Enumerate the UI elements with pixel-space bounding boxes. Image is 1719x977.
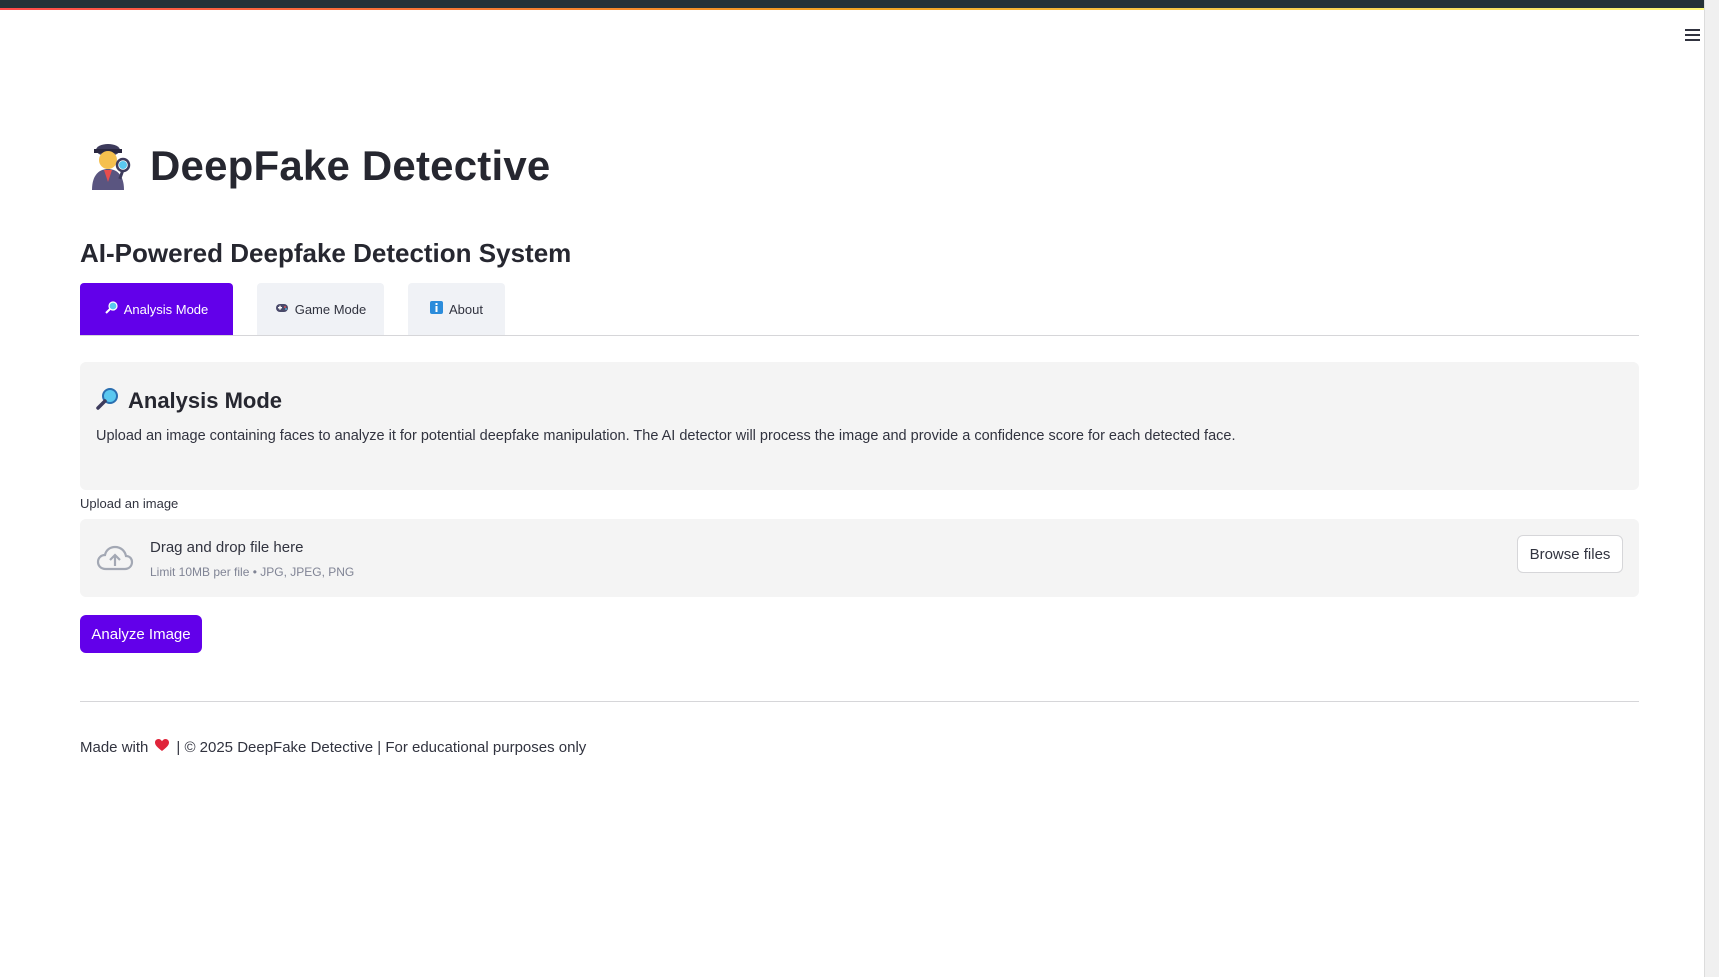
info-icon [430, 301, 443, 317]
page-subtitle: AI-Powered Deepfake Detection System [80, 238, 572, 268]
tab-game-mode[interactable]: Game Mode [257, 283, 384, 335]
magnifier-icon [96, 386, 120, 416]
mode-tabs: Analysis Mode Game Mode About [80, 283, 1639, 336]
window-scrollbar-edge [1704, 0, 1719, 977]
cloud-upload-icon [96, 543, 134, 573]
tab-label: About [449, 301, 483, 317]
page-header: DeepFake Detective [80, 130, 1639, 202]
analyze-image-button[interactable]: Analyze Image [80, 615, 202, 653]
magnifier-icon [105, 301, 118, 317]
tab-label: Game Mode [294, 301, 367, 317]
hamburger-icon [1685, 29, 1700, 31]
tab-label: Analysis Mode [123, 301, 209, 317]
panel-description: Upload an image containing faces to anal… [96, 428, 1236, 444]
gamepad-icon [275, 302, 289, 317]
heart-icon [154, 738, 170, 757]
dropzone-limit-text: Limit 10MB per file • JPG, JPEG, PNG [150, 565, 355, 579]
file-dropzone[interactable]: Drag and drop file here Limit 10MB per f… [80, 519, 1639, 597]
panel-heading: Analysis Mode [96, 384, 1623, 418]
main-menu-button[interactable] [1680, 24, 1706, 46]
detective-icon [86, 140, 142, 192]
hamburger-icon-bar [1685, 39, 1700, 41]
main-content: DeepFake Detective AI-Powered Deepfake D… [80, 130, 1639, 757]
page-title: DeepFake Detective [150, 142, 551, 189]
footer-suffix: | © 2025 DeepFake Detective | For educat… [176, 739, 587, 756]
uploader-label: Upload an image [80, 496, 179, 511]
footer-prefix: Made with [80, 739, 149, 756]
analysis-info-panel: Analysis Mode Upload an image containing… [80, 362, 1639, 490]
dropzone-instructions: Drag and drop file here [150, 539, 304, 556]
top-header-bar [0, 0, 1719, 8]
footer-divider [80, 701, 1639, 702]
browse-files-button[interactable]: Browse files [1517, 535, 1623, 573]
footer: Made with | © 2025 DeepFake Detective | … [80, 738, 1639, 757]
tab-about[interactable]: About [408, 283, 505, 335]
panel-title: Analysis Mode [128, 388, 283, 413]
hamburger-icon-bar [1685, 34, 1700, 36]
tab-analysis-mode[interactable]: Analysis Mode [80, 283, 233, 335]
